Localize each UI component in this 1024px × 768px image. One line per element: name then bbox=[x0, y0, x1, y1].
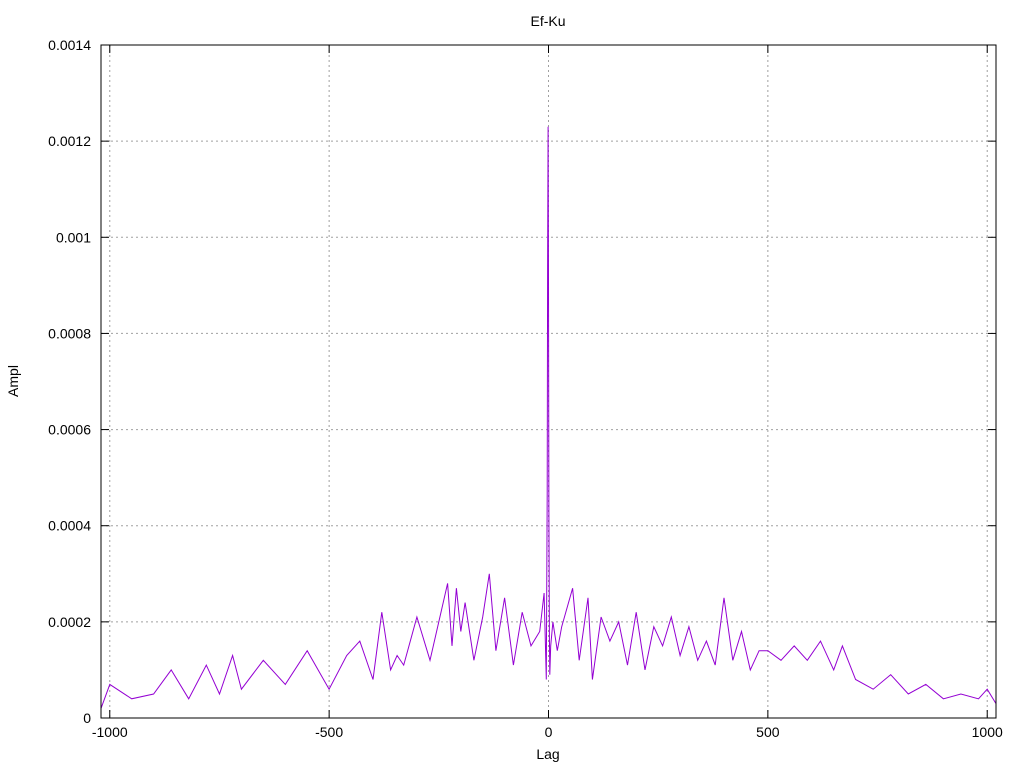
x-tick-label: 0 bbox=[545, 724, 553, 740]
chart: -1000 -500 0 500 1000 0 0.0002 0.0004 0.0006 0.00… bbox=[0, 0, 1024, 768]
x-tick-label: -1000 bbox=[92, 724, 128, 740]
y-tick-label: 0.0006 bbox=[48, 422, 91, 438]
y-tick-label: 0.0014 bbox=[48, 37, 91, 53]
y-axis-title: Ampl bbox=[5, 365, 21, 397]
x-tick-label: 1000 bbox=[972, 724, 1003, 740]
y-tick-label: 0 bbox=[83, 710, 91, 726]
y-tick-label: 0.0008 bbox=[48, 325, 91, 341]
y-tick-label: 0.0012 bbox=[48, 133, 91, 149]
y-tick-label: 0.0002 bbox=[48, 614, 91, 630]
y-tick-label: 0.001 bbox=[56, 229, 91, 245]
x-tick-label: -500 bbox=[315, 724, 343, 740]
x-axis-title: Lag bbox=[536, 746, 559, 762]
chart-title: Ef-Ku bbox=[530, 13, 565, 29]
x-tick-label: 500 bbox=[756, 724, 780, 740]
y-tick-label: 0.0004 bbox=[48, 518, 91, 534]
